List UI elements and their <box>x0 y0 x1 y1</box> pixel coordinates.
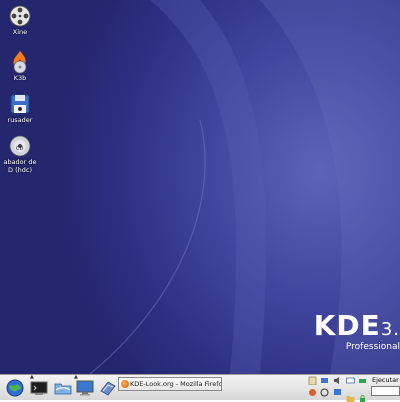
desktop-icon-xine[interactable]: Xine <box>0 4 40 36</box>
power-icon[interactable] <box>320 388 329 397</box>
volume-icon[interactable] <box>333 376 342 385</box>
desktop-background: Xine K3b rusader CD abador de D (hdc) KD… <box>0 0 400 374</box>
run-command-label: Ejecutar c <box>372 376 400 384</box>
taskbar-window-label: KDE-Look.org - Mozilla Firefox <box>130 380 222 388</box>
launcher-button-globe[interactable] <box>5 378 25 398</box>
desktop-icon-label: K3b <box>13 74 27 82</box>
desktop-icon-label: D (hdc) <box>8 166 32 174</box>
clipboard-icon[interactable] <box>308 376 317 385</box>
cd-burner-icon: CD <box>9 135 31 157</box>
network-icon[interactable] <box>320 376 329 385</box>
mail-icon[interactable] <box>346 376 355 385</box>
terminal-icon <box>30 381 48 395</box>
svg-text:CD: CD <box>16 146 23 152</box>
file-manager-icon <box>54 383 72 395</box>
kde-panel: ▲ ▲ KDE-Look.org - Mozilla Firefox <box>0 374 400 402</box>
folder-icon[interactable] <box>346 388 355 402</box>
brand-name: KDE <box>313 309 381 342</box>
monitor-icon <box>76 380 94 396</box>
lock-icon[interactable] <box>358 388 367 402</box>
brand-name-line: KDE3. <box>314 312 400 344</box>
taskbar-window-firefox[interactable]: KDE-Look.org - Mozilla Firefox <box>118 377 222 391</box>
update-icon[interactable] <box>308 388 317 397</box>
launcher-button-file-manager[interactable] <box>53 378 73 398</box>
k3b-flame-disc-icon <box>13 51 27 74</box>
desktop-icon-cd-burner[interactable]: CD abador de D (hdc) <box>0 134 40 174</box>
run-command-input[interactable] <box>371 386 400 396</box>
launcher-button-terminal[interactable] <box>29 378 49 398</box>
kde-brand-logo: KDE3. Professional <box>314 312 400 353</box>
display-icon[interactable] <box>333 388 342 397</box>
krusader-floppy-icon <box>10 94 30 114</box>
desktop-icon-label: rusader <box>7 116 33 124</box>
launcher-button-monitor[interactable] <box>75 378 95 398</box>
notepad-icon <box>100 381 116 396</box>
firefox-icon <box>121 380 129 388</box>
desktop-icon-krusader[interactable]: rusader <box>0 92 40 124</box>
desktop-icon-label: Xine <box>12 28 28 36</box>
globe-icon <box>6 379 24 397</box>
launcher-button-notepad[interactable] <box>98 378 118 398</box>
desktop-icon-label: abador de <box>3 158 37 166</box>
printer-icon[interactable] <box>358 376 367 385</box>
film-reel-icon <box>9 5 31 27</box>
brand-version: 3. <box>380 319 400 340</box>
desktop-icon-k3b[interactable]: K3b <box>0 50 40 82</box>
